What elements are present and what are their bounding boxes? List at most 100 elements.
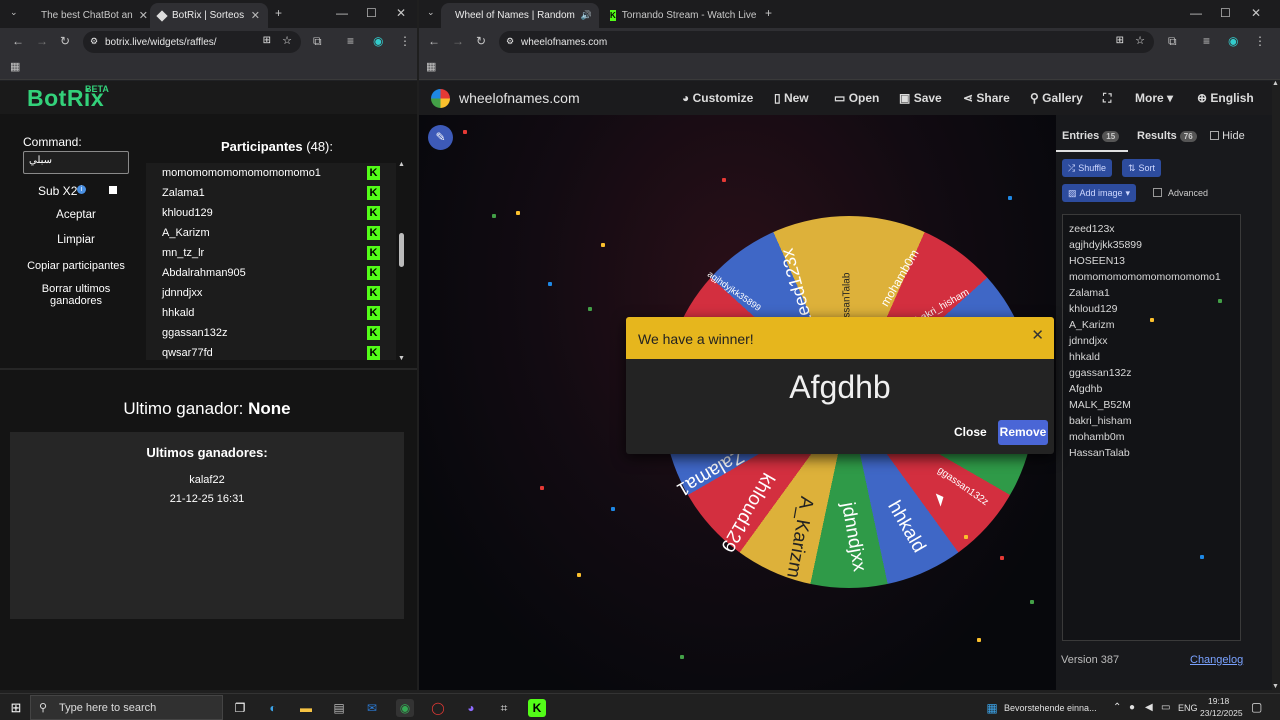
bookmark-star-icon[interactable]: ☆ (1135, 34, 1145, 47)
scroll-down-icon[interactable]: ▼ (398, 355, 405, 362)
hide-toggle[interactable]: Hide (1210, 130, 1245, 142)
opera-icon[interactable]: ◯ (429, 699, 447, 717)
tab-chatbot[interactable]: The best ChatBot an ✕ (27, 3, 149, 28)
apps-grid-icon[interactable]: ▦ (10, 60, 20, 73)
site-info-icon[interactable]: ⚙ (506, 36, 514, 47)
close-icon[interactable]: ✕ (1031, 326, 1044, 344)
edit-pencil-icon[interactable]: ✎ (428, 125, 453, 150)
shuffle-button[interactable]: ⤮ Shuffle (1062, 159, 1113, 177)
tab-kick-stream[interactable]: K Tornando Stream - Watch Live ✕ (602, 3, 762, 28)
wheel-logo-icon[interactable] (431, 89, 450, 108)
scroll-thumb[interactable] (399, 233, 404, 267)
site-info-icon[interactable]: ⚙ (90, 36, 98, 47)
minimize-icon[interactable]: — (1190, 6, 1202, 20)
bookmark-star-icon[interactable]: ☆ (282, 34, 292, 47)
capcut-icon[interactable]: ⌗ (495, 699, 513, 717)
advanced-checkbox[interactable] (1153, 188, 1162, 197)
tab-search-icon[interactable]: ⌄ (10, 7, 18, 18)
address-bar[interactable]: ⚙ wheelofnames.com ⊞ ☆ (499, 31, 1154, 53)
language-indicator[interactable]: ENG (1178, 703, 1198, 713)
limpiar-button[interactable]: Limpiar (23, 234, 129, 246)
new-tab-icon[interactable]: + (275, 6, 282, 20)
microphone-icon[interactable]: ● (1129, 702, 1135, 713)
media-icon[interactable]: ≡ (1203, 34, 1210, 48)
nav-language[interactable]: ⊕ English (1197, 91, 1254, 105)
clock-time[interactable]: 19:18 (1208, 696, 1229, 706)
audio-icon[interactable]: 🔊 (581, 10, 592, 21)
address-bar[interactable]: ⚙ botrix.live/widgets/raffles/ ⊞ ☆ (83, 31, 301, 53)
nav-open[interactable]: ▭ Open (834, 91, 879, 105)
command-input[interactable]: سبلي (23, 151, 129, 174)
clock-date[interactable]: 23/12/2025 (1200, 708, 1243, 718)
mail-icon[interactable]: ✉ (363, 699, 381, 717)
chevron-up-icon[interactable]: ⌃ (1113, 702, 1121, 713)
nav-new[interactable]: ▯ New (774, 91, 809, 105)
media-icon[interactable]: ≡ (347, 34, 354, 48)
close-tab-icon[interactable]: ✕ (139, 9, 148, 22)
sub-x2-checkbox[interactable] (109, 186, 117, 194)
forward-icon[interactable]: → (452, 34, 464, 48)
nav-gallery[interactable]: ⚲ Gallery (1030, 91, 1083, 105)
task-view-icon[interactable]: ❐ (231, 699, 249, 717)
extensions-icon[interactable]: ⧉ (313, 34, 322, 49)
participants-scrollbar[interactable]: ▲ ▼ (398, 161, 406, 362)
copiar-participantes-button[interactable]: Copiar participantes (20, 260, 132, 272)
close-button[interactable]: Close (954, 425, 987, 439)
calendar-icon[interactable]: ▦ (983, 699, 1001, 717)
maximize-icon[interactable]: ☐ (366, 6, 377, 20)
edge-icon[interactable]: ◐ (264, 699, 282, 717)
minimize-icon[interactable]: — (336, 6, 348, 20)
close-tab-icon[interactable]: ✕ (598, 9, 599, 22)
fullscreen-icon[interactable]: ⛶ (1103, 91, 1111, 106)
chrome-icon[interactable]: ◉ (396, 699, 414, 717)
maximize-icon[interactable]: ☐ (1220, 6, 1231, 20)
reload-icon[interactable]: ↻ (476, 34, 486, 48)
notifications-icon[interactable]: ▢ (1251, 700, 1262, 714)
windows-start-icon[interactable]: ⊞ (7, 699, 25, 717)
reload-icon[interactable]: ↻ (60, 34, 70, 48)
network-icon[interactable]: ▭ (1161, 702, 1170, 713)
entries-textarea[interactable]: zeed123x agjhdyjkk35899 HOSEEN13 momomom… (1062, 214, 1241, 641)
close-window-icon[interactable]: ✕ (1251, 6, 1261, 20)
forward-icon[interactable]: → (36, 34, 48, 48)
nav-customize[interactable]: ◕ Customize (682, 91, 753, 105)
scroll-down-icon[interactable]: ▼ (1272, 683, 1279, 690)
profile-icon[interactable]: ◉ (373, 34, 383, 48)
nav-share[interactable]: ⋖ Share (963, 91, 1010, 105)
aceptar-button[interactable]: Aceptar (23, 209, 129, 221)
extensions-icon[interactable]: ⧉ (1168, 34, 1177, 49)
scroll-up-icon[interactable]: ▲ (1272, 80, 1279, 87)
volume-icon[interactable]: ◀ (1145, 702, 1153, 713)
store-icon[interactable]: ▤ (330, 699, 348, 717)
new-tab-icon[interactable]: + (765, 6, 772, 20)
menu-icon[interactable]: ⋮ (1254, 34, 1266, 48)
hide-checkbox[interactable] (1210, 131, 1219, 140)
scroll-up-icon[interactable]: ▲ (398, 161, 405, 168)
tab-entries[interactable]: Entries 15 (1062, 130, 1120, 142)
close-window-icon[interactable]: ✕ (396, 6, 406, 20)
changelog-link[interactable]: Changelog (1190, 654, 1243, 666)
sort-button[interactable]: ⇅ Sort (1122, 159, 1162, 177)
close-tab-icon[interactable]: ✕ (251, 9, 260, 22)
translate-icon[interactable]: ⊞ (263, 35, 271, 46)
kick-app-icon[interactable]: K (528, 699, 546, 717)
nav-more[interactable]: More ▾ (1135, 91, 1173, 105)
nav-save[interactable]: ▣ Save (899, 91, 942, 105)
tab-results[interactable]: Results 76 (1137, 130, 1197, 142)
add-image-button[interactable]: ▨ Add image ▾ (1062, 184, 1137, 202)
page-scrollbar[interactable]: ▲ ▼ (1272, 80, 1280, 690)
tab-wheel-of-names[interactable]: Wheel of Names | Random 🔊 ✕ (441, 3, 599, 28)
apps-grid-icon[interactable]: ▦ (426, 60, 436, 73)
taskbar-search[interactable]: ⚲ Type here to search (30, 695, 223, 720)
back-icon[interactable]: ← (12, 34, 24, 48)
info-icon[interactable]: i (77, 185, 86, 194)
remove-button[interactable]: Remove (998, 420, 1048, 445)
borrar-ultimos-ganadores-button[interactable]: Borrar ultimos ganadores (23, 283, 129, 307)
file-explorer-icon[interactable]: ▬ (297, 699, 315, 717)
menu-icon[interactable]: ⋮ (399, 34, 411, 48)
translate-icon[interactable]: ⊞ (1116, 35, 1124, 46)
site-logo[interactable]: wheelofnames.com (459, 90, 580, 106)
profile-icon[interactable]: ◉ (1228, 34, 1238, 48)
back-icon[interactable]: ← (428, 34, 440, 48)
discord-icon[interactable]: ◕ (462, 699, 480, 717)
